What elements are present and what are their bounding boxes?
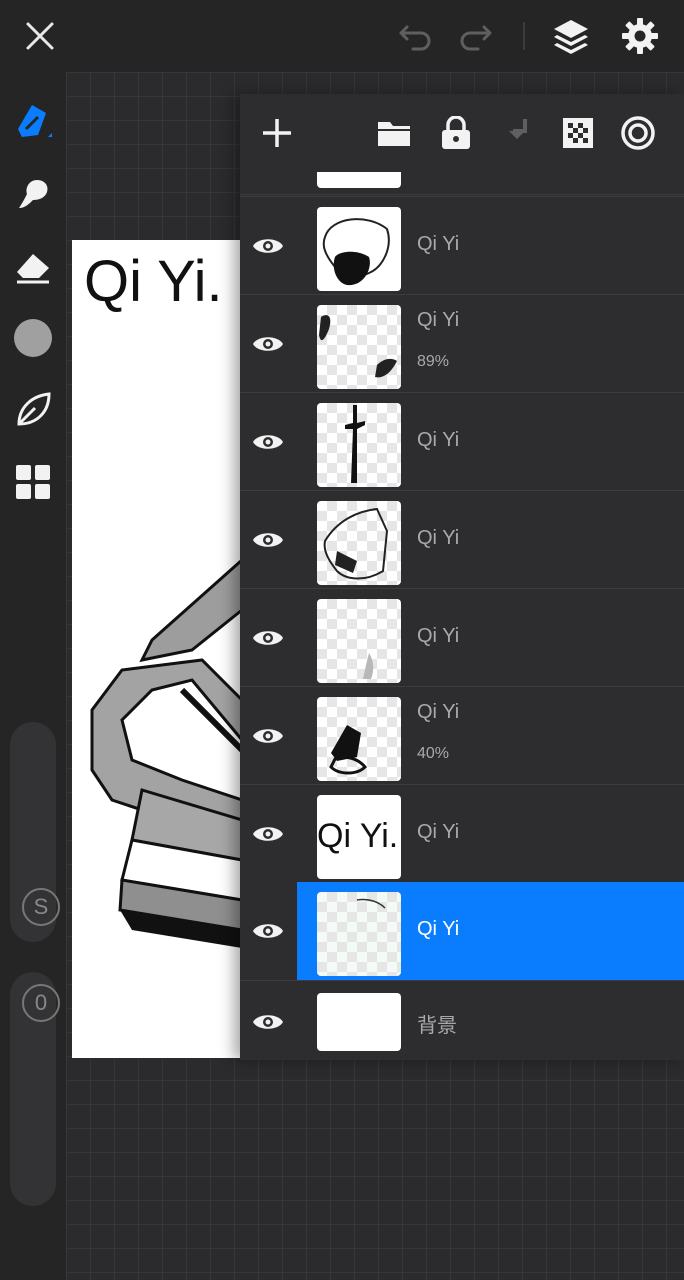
layers-panel: Qi Yi Qi Yi 89% Qi Yi Qi Yi Qi Yi Qi Yi …: [240, 94, 684, 1060]
brush-size-slider[interactable]: S: [10, 722, 60, 942]
lock-icon[interactable]: [434, 111, 478, 155]
layer-row[interactable]: Qi Yi: [240, 196, 684, 295]
thumbnail-text: Qi Yi.: [317, 817, 399, 855]
layer-row[interactable]: Qi Yi. Qi Yi: [240, 784, 684, 883]
add-layer-icon[interactable]: [255, 111, 299, 155]
layer-name: Qi Yi: [417, 429, 460, 451]
leaf-icon[interactable]: [11, 388, 55, 432]
layer-row[interactable]: Qi Yi 40%: [240, 686, 684, 785]
eye-icon[interactable]: [248, 325, 288, 363]
layer-thumbnail: Qi Yi.: [317, 795, 401, 879]
eye-icon[interactable]: [248, 227, 288, 265]
eye-icon[interactable]: [248, 423, 288, 461]
folder-icon[interactable]: [372, 111, 416, 155]
gear-icon[interactable]: [618, 14, 662, 58]
eye-icon[interactable]: [248, 619, 288, 657]
layer-row[interactable]: Qi Yi: [240, 588, 684, 687]
eye-icon[interactable]: [248, 912, 288, 950]
size-slider-knob[interactable]: S: [22, 888, 60, 926]
layer-row[interactable]: Qi Yi: [240, 490, 684, 589]
layer-row[interactable]: 背景: [240, 980, 684, 1060]
target-icon[interactable]: [616, 111, 660, 155]
layer-row-selected[interactable]: Qi Yi: [240, 882, 684, 980]
top-bar: [0, 0, 684, 72]
divider: [523, 22, 525, 50]
close-icon[interactable]: [18, 14, 62, 58]
layer-row[interactable]: Qi Yi 89%: [240, 294, 684, 393]
layer-row[interactable]: Qi Yi: [240, 392, 684, 491]
layer-thumbnail: [317, 892, 401, 976]
layer-name: Qi Yi: [417, 527, 460, 549]
eye-icon[interactable]: [248, 521, 288, 559]
checkerboard-icon[interactable]: [556, 111, 600, 155]
opacity-slider[interactable]: 0: [10, 972, 60, 1206]
layer-thumbnail: [317, 305, 401, 389]
layer-name: Qi Yi: [417, 701, 460, 723]
layer-name: Qi Yi: [417, 309, 460, 331]
color-circle-icon[interactable]: [11, 316, 55, 360]
layer-name: Qi Yi: [417, 625, 460, 647]
size-slider-label: S: [33, 894, 49, 919]
layer-thumbnail: [317, 697, 401, 781]
divider: [240, 194, 684, 195]
layer-name: Qi Yi: [417, 918, 460, 940]
layer-name: Qi Yi: [417, 233, 460, 255]
redo-icon[interactable]: [454, 14, 498, 58]
layer-thumbnail: [317, 599, 401, 683]
smudge-icon[interactable]: [11, 172, 55, 216]
opacity-slider-label: 0: [34, 990, 48, 1015]
eye-icon[interactable]: [248, 717, 288, 755]
eye-icon[interactable]: [248, 1003, 288, 1041]
eraser-icon[interactable]: [11, 244, 55, 288]
layer-thumbnail: [317, 207, 401, 291]
undo-icon[interactable]: [393, 14, 437, 58]
layers-icon[interactable]: [549, 14, 593, 58]
eye-icon[interactable]: [248, 815, 288, 853]
layer-name: 背景: [417, 1015, 457, 1037]
artwork-illustration: [90, 557, 242, 948]
layer-thumbnail-partial: [317, 172, 401, 188]
merge-down-icon[interactable]: [496, 111, 540, 155]
layer-thumbnail: [317, 993, 401, 1051]
layer-thumbnail: [317, 501, 401, 585]
opacity-slider-knob[interactable]: 0: [22, 984, 60, 1022]
pen-tool-icon[interactable]: [11, 98, 55, 142]
layers-panel-header: [240, 94, 684, 172]
layer-name: Qi Yi: [417, 821, 460, 843]
layer-thumbnail: [317, 403, 401, 487]
layer-opacity: 40%: [417, 745, 450, 762]
left-toolbar: S 0: [0, 72, 66, 1280]
layer-opacity: 89%: [417, 353, 450, 370]
grid-icon[interactable]: [11, 460, 55, 504]
drawing-canvas[interactable]: Qi Yi.: [72, 240, 242, 1058]
